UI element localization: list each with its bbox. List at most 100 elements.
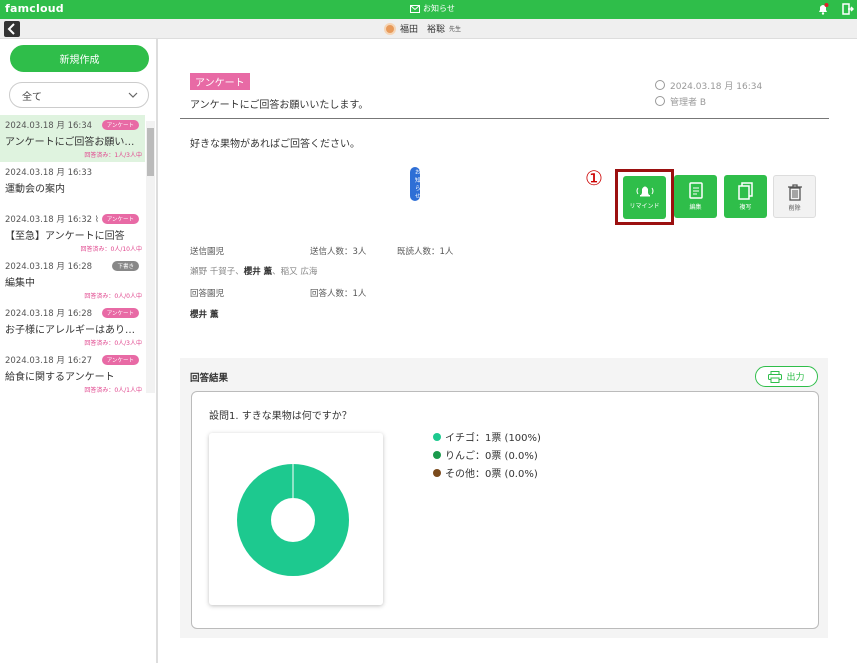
answered-count: 回答人数：1人 — [310, 289, 367, 299]
item-title: 給食に関するアンケート — [5, 372, 115, 383]
sent-name-3: 、稲又 広海 — [272, 267, 318, 277]
mail-icon — [410, 4, 420, 13]
legend-label: その他：0票 (0.0%) — [445, 469, 538, 480]
delete-button[interactable]: 削除 — [773, 175, 816, 218]
legend-item: その他：0票 (0.0%) — [433, 466, 541, 484]
bell-icon[interactable] — [817, 3, 829, 15]
annotation-number: ① — [585, 166, 603, 190]
list-item[interactable]: 2024.03.18 月 16:34 アンケート アンケートにご回答お願い… 回… — [0, 115, 145, 162]
chart-legend: イチゴ：1票 (100%) りんご：0票 (0.0%) その他：0票 (0.0%… — [433, 430, 541, 484]
copy-button[interactable]: 複写 — [724, 175, 767, 218]
category-badge: アンケート — [190, 73, 250, 90]
results-section: 回答結果 出力 設問1. すきな果物は何ですか？ イチゴ：1票 (100%) り… — [180, 358, 828, 638]
item-status: 回答済み：0人/1人中 — [84, 387, 142, 394]
legend-dot — [433, 433, 441, 441]
user-suffix: 先生 — [449, 26, 462, 33]
answered-name: 櫻井 薫 — [190, 310, 219, 320]
bell-ring-icon — [636, 186, 653, 197]
legend-label: りんご：0票 (0.0%) — [445, 451, 538, 462]
brand-logo: famcloud — [5, 2, 64, 15]
sent-name-1: 瀬野 千賀子、 — [190, 267, 244, 277]
divider — [180, 118, 829, 119]
clock-icon — [655, 80, 665, 90]
message-list: 2024.03.18 月 16:34 アンケート アンケートにご回答お願い… 回… — [0, 115, 421, 397]
notice-link[interactable]: お知らせ — [410, 3, 455, 14]
results-title: 回答結果 — [190, 373, 229, 384]
item-title: 運動会の案内 — [5, 184, 65, 195]
list-item[interactable]: 2024.03.18 月 16:27 アンケート 給食に関するアンケート 回答済… — [0, 350, 145, 397]
remind-label: リマインド — [629, 203, 660, 210]
legend-dot — [433, 451, 441, 459]
item-status: 回答済み：0人/0人中 — [84, 293, 142, 300]
item-date: 2024.03.18 月 16:33 — [5, 168, 93, 178]
sidebar: 新規作成 全て 2024.03.18 月 16:34 アンケート アンケートにご… — [0, 39, 421, 663]
filter-select[interactable]: 全て — [9, 82, 149, 108]
detail-question: 好きな果物があればご回答ください。 — [190, 139, 360, 150]
item-title: お子様にアレルギーはあり… — [5, 325, 135, 336]
sent-name-2: 櫻井 薫 — [243, 267, 273, 277]
item-tag: 下書き — [112, 261, 139, 271]
sent-label: 送信園児 — [190, 247, 225, 257]
detail-meta: 2024.03.18 月 16:34 管理者 B — [655, 79, 762, 111]
result-question: 設問1. すきな果物は何ですか？ — [209, 411, 352, 422]
answered-names: 櫻井 薫 — [190, 308, 218, 320]
item-tag: アンケート — [101, 308, 139, 318]
detail-author: 管理者 B — [670, 98, 707, 108]
item-tag: アンケート — [101, 120, 139, 130]
pie-chart-svg — [237, 464, 349, 576]
print-button[interactable]: 出力 — [755, 366, 818, 387]
list-item[interactable]: 2024.03.18 月 16:28 下書き 編集中 回答済み：0人/0人中 — [0, 256, 145, 303]
item-status: 回答済み：1人/3人中 — [84, 152, 142, 159]
paperclip-icon: ⌇ — [94, 215, 99, 225]
legend-label: イチゴ：1票 (100%) — [445, 433, 541, 444]
item-tag: アンケート — [101, 355, 139, 365]
printer-icon — [768, 370, 783, 383]
item-status: 回答済み：0人/3人中 — [84, 340, 142, 347]
copy-label: 複写 — [739, 204, 752, 211]
avatar — [384, 22, 396, 35]
legend-item: りんご：0票 (0.0%) — [433, 448, 541, 466]
legend-item: イチゴ：1票 (100%) — [433, 430, 541, 448]
pie-chart — [209, 433, 383, 605]
answered-label: 回答園児 — [190, 289, 225, 299]
list-scrollbar[interactable] — [146, 121, 155, 393]
detail-heading: アンケートにご回答お願いいたします。 — [190, 100, 369, 111]
item-title: 【至急】アンケートに回答 — [5, 231, 125, 242]
item-date-text: 2024.03.18 月 16:32 — [5, 215, 93, 225]
user-name: 福田 裕聡 — [400, 25, 446, 35]
user-info: 福田 裕聡 先生 — [384, 22, 461, 35]
list-item[interactable]: 2024.03.18 月 16:28 アンケート お子様にアレルギーはあり… 回… — [0, 303, 145, 350]
item-tag: お知らせ — [410, 167, 421, 201]
read-count: 既読人数：1人 — [397, 247, 454, 257]
chevron-left-icon — [7, 23, 15, 35]
person-icon — [655, 96, 665, 106]
print-label: 出力 — [786, 373, 805, 383]
item-title: アンケートにご回答お願い… — [5, 137, 135, 148]
top-bar: famcloud お知らせ — [0, 0, 857, 19]
detail-datetime: 2024.03.18 月 16:34 — [670, 82, 763, 92]
back-button[interactable] — [4, 21, 20, 37]
edit-button[interactable]: 編集 — [674, 175, 717, 218]
sent-names: 瀬野 千賀子、櫻井 薫、稲又 広海 — [190, 265, 317, 277]
scrollbar-thumb[interactable] — [147, 128, 154, 176]
notice-label: お知らせ — [423, 4, 455, 13]
edit-label: 編集 — [689, 204, 702, 211]
result-card: 設問1. すきな果物は何ですか？ イチゴ：1票 (100%) りんご：0票 (0… — [191, 391, 819, 629]
delete-label: 削除 — [788, 205, 801, 212]
list-item[interactable]: 2024.03.18 月 16:33 お知らせ 運動会の案内 — [0, 162, 421, 209]
sub-bar: 福田 裕聡 先生 — [0, 19, 857, 39]
edit-icon — [688, 182, 703, 199]
item-status: 回答済み：0人/10人中 — [80, 246, 142, 253]
legend-dot — [433, 469, 441, 477]
remind-button[interactable]: リマインド — [623, 176, 666, 219]
sent-count: 送信人数：3人 — [310, 247, 367, 257]
copy-icon — [737, 182, 753, 200]
trash-icon — [787, 184, 802, 201]
item-title: 編集中 — [5, 278, 35, 289]
new-create-button[interactable]: 新規作成 — [10, 45, 149, 72]
item-tag: アンケート — [101, 214, 139, 224]
chevron-down-icon — [128, 92, 138, 98]
list-item[interactable]: 2024.03.18 月 16:32 ⌇ アンケート 【至急】アンケートに回答 … — [0, 209, 145, 256]
filter-value: 全て — [22, 91, 42, 103]
logout-icon[interactable] — [842, 3, 854, 15]
